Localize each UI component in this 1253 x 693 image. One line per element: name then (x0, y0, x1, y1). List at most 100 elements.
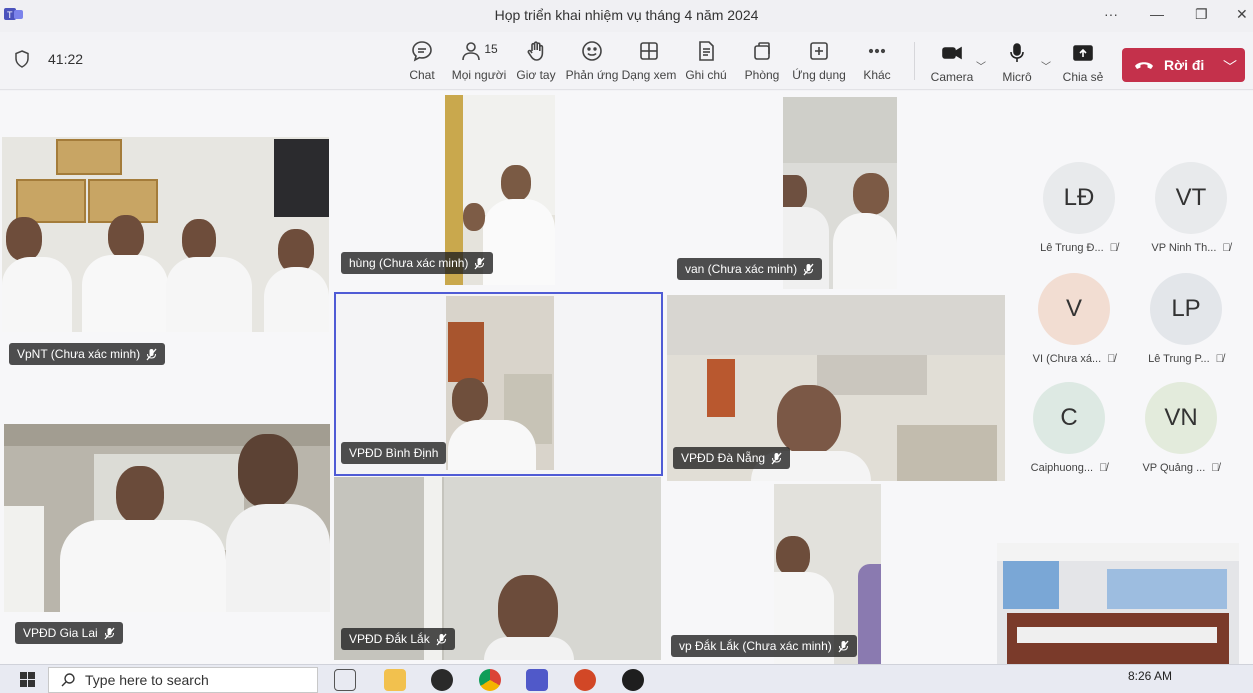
camera-options-chevron-icon[interactable]: ﹀ (976, 58, 986, 73)
chrome-icon[interactable] (479, 669, 501, 691)
mic-off-icon: 🎙̸ (1107, 353, 1116, 365)
taskbar-clock[interactable]: 8:26 AM (1128, 669, 1172, 683)
participant-body (60, 520, 226, 612)
participant-body (166, 257, 252, 332)
participant-body (484, 637, 574, 660)
mic-options-chevron-icon[interactable]: ﹀ (1041, 58, 1051, 73)
grid-view-icon (621, 40, 677, 64)
avatar: LP (1150, 273, 1222, 345)
tile-name: VPĐD Đắk Lắk (349, 632, 430, 646)
avatar: LĐ (1043, 162, 1115, 234)
tile-name: VpNT (Chưa xác minh) (17, 347, 141, 361)
reactions-button[interactable]: Phản ứng (564, 40, 620, 82)
rooms-button[interactable]: Phòng (734, 40, 790, 82)
minimize-button[interactable]: — (1150, 6, 1164, 22)
microphone-icon (989, 42, 1045, 66)
mic-off-icon: 🎙̸ (1099, 462, 1108, 474)
window-bars (448, 322, 484, 382)
file-explorer-icon[interactable] (384, 669, 406, 691)
video-stage: hùng (Chưa xác minh) van (Chưa xác minh)… (0, 91, 1253, 671)
tile-label: VpNT (Chưa xác minh) (9, 343, 166, 365)
leave-button[interactable]: Rời đi ﹀ (1122, 48, 1245, 82)
search-placeholder: Type here to search (85, 672, 209, 688)
chat-icon (394, 40, 450, 64)
search-icon (61, 673, 75, 687)
rooms-icon (734, 40, 790, 64)
smile-icon (564, 40, 620, 64)
participant-avatar[interactable]: VN VP Quảng ... 🎙̸ (1126, 382, 1236, 474)
room-background (783, 97, 897, 163)
mic-off-icon: 🎙̸ (1109, 242, 1118, 254)
share-label: Chia sẻ (1062, 70, 1104, 84)
windows-taskbar: Type here to search 8:26 AM (0, 664, 1253, 693)
participant-avatar[interactable]: C Caiphuong... 🎙̸ (1014, 382, 1124, 474)
obs-icon[interactable] (431, 669, 453, 691)
mic-button[interactable]: Micrô (989, 42, 1045, 84)
video-tile[interactable] (2, 137, 329, 332)
apps-label: Ứng dụng (792, 68, 846, 82)
participant-head (853, 173, 889, 215)
mic-off-icon (436, 633, 447, 646)
apps-icon (791, 40, 847, 64)
leave-options-chevron-icon[interactable]: ﹀ (1223, 57, 1237, 77)
task-view-icon[interactable] (334, 669, 356, 691)
chat-button[interactable]: Chat (394, 40, 450, 82)
apps-button[interactable]: Ứng dụng (791, 40, 847, 82)
participant-body (264, 267, 329, 332)
more-button[interactable]: Khác (849, 40, 905, 82)
teams-icon[interactable] (526, 669, 548, 691)
camera-label: Camera (930, 70, 974, 84)
media-player-icon[interactable] (622, 669, 644, 691)
participant-name: VP Quảng ... (1142, 462, 1206, 474)
tile-label: van (Chưa xác minh) (677, 258, 823, 280)
tile-label: hùng (Chưa xác minh) (341, 252, 494, 274)
participant-avatar[interactable]: LP Lê Trung P... 🎙̸ (1131, 273, 1241, 365)
share-button[interactable]: Chia sẻ (1055, 42, 1111, 84)
background-person (463, 203, 485, 231)
tile-label: VPĐD Bình Định (341, 442, 447, 464)
wall-banner (707, 359, 735, 417)
camera-button[interactable]: Camera (924, 42, 980, 84)
participant-head (6, 217, 42, 261)
mic-off-icon (104, 627, 115, 640)
participant-body (833, 213, 897, 289)
more-label: Khác (863, 68, 891, 82)
tile-name: vp Đắk Lắk (Chưa xác minh) (679, 639, 832, 653)
participant-avatar[interactable]: V VI (Chưa xá... 🎙̸ (1019, 273, 1129, 365)
avatar: V (1038, 273, 1110, 345)
windows-start-icon[interactable] (20, 672, 35, 687)
participant-body (483, 199, 555, 285)
tile-label: vp Đắk Lắk (Chưa xác minh) (671, 635, 857, 657)
participant-body (448, 420, 536, 470)
tile-name: van (Chưa xác minh) (685, 262, 798, 276)
table-cloth (1017, 627, 1217, 643)
avatar: C (1033, 382, 1105, 454)
powerpoint-icon[interactable] (574, 669, 596, 691)
close-button[interactable]: ✕ (1236, 6, 1248, 23)
taskbar-search-box[interactable]: Type here to search (48, 667, 318, 693)
video-tile[interactable] (4, 424, 330, 612)
participant-head (776, 536, 810, 576)
tile-name: VPĐD Gia Lai (23, 626, 98, 640)
more-options-icon[interactable]: ··· (1104, 6, 1118, 22)
participant-name: Lê Trung P... (1148, 353, 1210, 365)
room-camera-tile[interactable] (997, 543, 1239, 671)
notes-button[interactable]: Ghi chú (678, 40, 734, 82)
more-icon (849, 40, 905, 64)
view-button[interactable]: Dạng xem (621, 40, 677, 82)
mic-off-icon (474, 257, 485, 270)
people-button[interactable]: 15 Mọi người (451, 40, 507, 82)
raise-hand-icon (508, 40, 564, 64)
participant-name: VP Ninh Th... (1151, 242, 1217, 254)
participant-head (501, 165, 531, 201)
participant-avatar[interactable]: VT VP Ninh Th... 🎙̸ (1136, 162, 1246, 254)
raise-hand-button[interactable]: Giơ tay (508, 40, 564, 82)
tile-label: VPĐD Đà Nẵng (673, 447, 791, 469)
meeting-title: Họp triển khai nhiệm vụ tháng 4 năm 2024 (494, 7, 759, 23)
maximize-button[interactable]: ❐ (1195, 6, 1208, 23)
window (1003, 561, 1059, 609)
window (1107, 569, 1227, 609)
ceiling (667, 295, 1005, 355)
background-person (783, 175, 807, 209)
participant-avatar[interactable]: LĐ Lê Trung Đ... 🎙̸ (1024, 162, 1134, 254)
